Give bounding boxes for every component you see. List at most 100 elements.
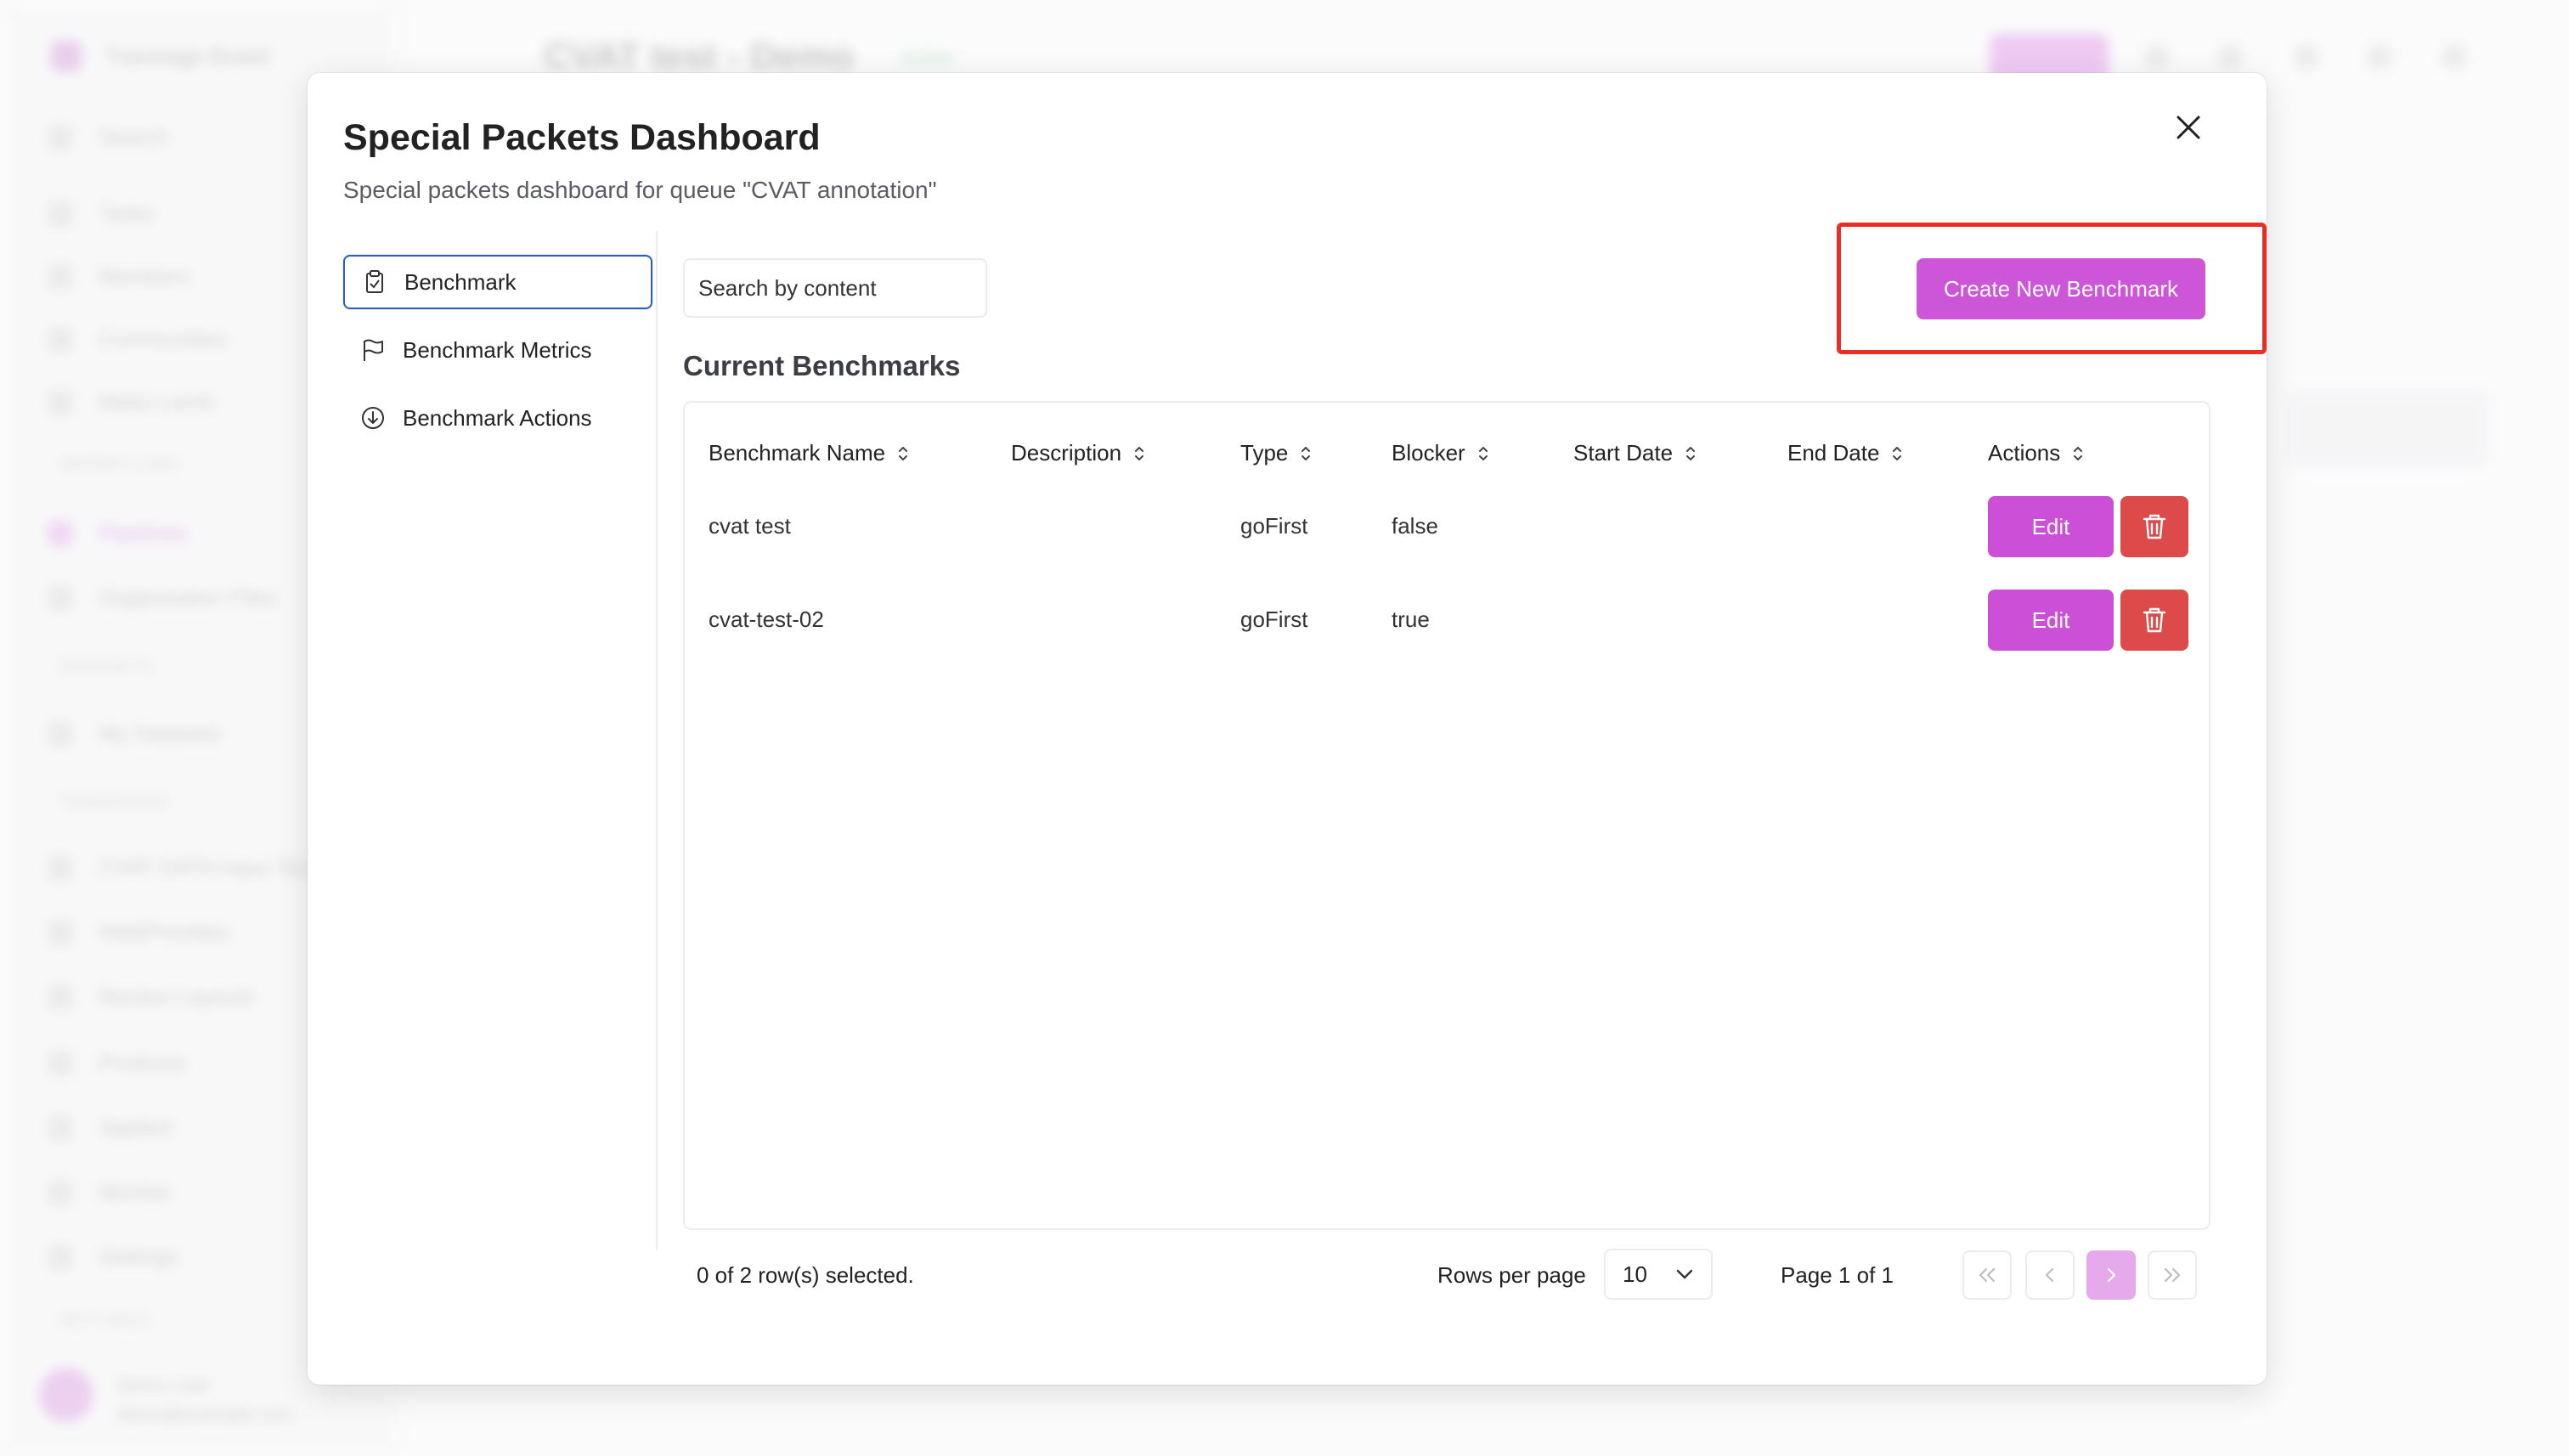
column-header-label: Blocker bbox=[1392, 440, 1465, 466]
bg-nav-label: Tasks bbox=[99, 200, 155, 226]
column-header-type[interactable]: Type bbox=[1240, 440, 1312, 466]
bg-nav-item: Tasks bbox=[48, 200, 155, 227]
sort-icon bbox=[1135, 446, 1144, 460]
chevron-right-icon bbox=[2107, 1267, 2116, 1283]
cell-blocker: false bbox=[1392, 513, 1438, 539]
rows-per-page-value: 10 bbox=[1623, 1261, 1647, 1287]
trash-icon bbox=[2143, 607, 2166, 633]
selection-count: 0 of 2 row(s) selected. bbox=[697, 1262, 914, 1288]
side-nav: Benchmark Benchmark Metrics Benchmark Ac… bbox=[343, 255, 652, 459]
column-header-start-date[interactable]: Start Date bbox=[1573, 440, 1697, 466]
nav-item-label: Benchmark Metrics bbox=[403, 336, 592, 363]
bg-section-label: SETTINGS bbox=[59, 1312, 152, 1330]
bg-nav-label: WebPriorities bbox=[99, 919, 230, 945]
edit-button[interactable]: Edit bbox=[1988, 590, 2114, 651]
bg-logo bbox=[51, 41, 82, 71]
sort-icon bbox=[1478, 446, 1488, 460]
modal-title: Special Packets Dashboard bbox=[343, 117, 821, 158]
first-page-button[interactable] bbox=[1962, 1250, 2012, 1300]
cell-benchmark-name: cvat test bbox=[709, 513, 791, 539]
previous-page-button[interactable] bbox=[2025, 1250, 2075, 1300]
chevron-left-icon bbox=[2045, 1267, 2054, 1283]
sort-icon bbox=[1893, 446, 1902, 460]
cell-type: goFirst bbox=[1240, 513, 1308, 539]
bg-nav-item: My Datasets bbox=[48, 720, 222, 747]
bg-nav-item: Monitor bbox=[48, 1179, 172, 1205]
section-title: Current Benchmarks bbox=[683, 350, 961, 381]
next-page-button[interactable] bbox=[2086, 1250, 2136, 1300]
column-header-actions[interactable]: Actions bbox=[1988, 440, 2084, 466]
special-packets-modal: Special Packets Dashboard Special packet… bbox=[308, 73, 2267, 1385]
sort-icon bbox=[899, 446, 908, 460]
sort-icon bbox=[1686, 446, 1696, 460]
bg-nav-item: Products bbox=[48, 1050, 186, 1076]
bg-user-email: demo@example.com bbox=[117, 1403, 295, 1425]
bg-nav-item: Members bbox=[48, 263, 190, 290]
bg-nav-item: CVAT DATA Input Text bbox=[48, 855, 316, 881]
bg-section-label: WORKFLOWS bbox=[59, 455, 181, 474]
delete-button[interactable] bbox=[2120, 590, 2188, 651]
bg-nav-item: Pipelines bbox=[48, 520, 189, 546]
trash-icon bbox=[2143, 514, 2166, 539]
nav-item-label: Benchmark Actions bbox=[403, 404, 592, 431]
column-header-label: Type bbox=[1240, 440, 1289, 466]
circle-arrow-down-icon bbox=[359, 404, 387, 432]
last-page-button[interactable] bbox=[2148, 1250, 2197, 1300]
nav-item-benchmark-actions[interactable]: Benchmark Actions bbox=[343, 391, 652, 445]
bg-nav-label: Settings bbox=[99, 1244, 178, 1269]
search-input[interactable] bbox=[683, 258, 987, 318]
bg-nav-label: Pipelines bbox=[99, 520, 189, 545]
column-header-benchmark-name[interactable]: Benchmark Name bbox=[709, 440, 909, 466]
rows-per-page-select[interactable]: 10 bbox=[1604, 1249, 1713, 1300]
bg-header-icon bbox=[2367, 44, 2392, 70]
bg-nav-label: Communities bbox=[99, 326, 228, 352]
bg-nav-item: Organization Files bbox=[48, 584, 277, 611]
modal-subtitle: Special packets dashboard for queue "CVA… bbox=[343, 177, 937, 203]
sort-icon bbox=[2074, 446, 2083, 460]
sort-icon bbox=[1301, 446, 1311, 460]
column-header-blocker[interactable]: Blocker bbox=[1392, 440, 1489, 466]
bg-nav-label: Review Layouts bbox=[99, 984, 255, 1009]
bg-nav-search: Search bbox=[48, 124, 168, 150]
bg-nav-label: My Datasets bbox=[99, 720, 222, 746]
create-new-benchmark-button[interactable]: Create New Benchmark bbox=[1917, 258, 2205, 319]
bg-brand: Transtage Board bbox=[51, 41, 269, 71]
close-icon bbox=[2177, 116, 2200, 139]
bg-avatar bbox=[39, 1368, 93, 1422]
bg-section-label: DATASETS bbox=[59, 657, 154, 676]
column-header-label: Start Date bbox=[1573, 440, 1674, 466]
bg-nav-item: Review Layouts bbox=[48, 984, 255, 1010]
nav-item-benchmark-metrics[interactable]: Benchmark Metrics bbox=[343, 323, 652, 377]
close-button[interactable] bbox=[2166, 105, 2210, 150]
nav-item-label: Benchmark bbox=[404, 268, 517, 295]
delete-button[interactable] bbox=[2120, 496, 2188, 557]
column-header-label: End Date bbox=[1787, 440, 1880, 466]
bg-nav-label: Organization Files bbox=[99, 584, 277, 610]
cell-blocker: true bbox=[1392, 607, 1430, 632]
bg-nav-item: WebPriorities bbox=[48, 919, 229, 945]
bg-nav-item: Make Lamb bbox=[48, 389, 214, 415]
side-divider bbox=[656, 231, 658, 1250]
bg-header-status: Active bbox=[902, 47, 953, 68]
bg-nav-label: CVAT DATA Input Text bbox=[99, 855, 316, 880]
bg-nav-label: Search bbox=[99, 124, 169, 150]
bg-header-title: CVAT test - Demo bbox=[544, 36, 855, 77]
bg-section-label: TEAMSPACE bbox=[59, 793, 171, 812]
bg-header-icon bbox=[2294, 44, 2319, 70]
page-info: Page 1 of 1 bbox=[1781, 1262, 1894, 1288]
bg-nav-label: Make Lamb bbox=[99, 389, 214, 415]
benchmarks-table: Benchmark Name Description Type Blocker … bbox=[683, 401, 2210, 1230]
bg-header-icon bbox=[2217, 44, 2243, 70]
flag-icon bbox=[359, 336, 387, 364]
column-header-label: Description bbox=[1011, 440, 1122, 466]
bg-nav-label: Monitor bbox=[99, 1179, 172, 1205]
column-header-end-date[interactable]: End Date bbox=[1787, 440, 1903, 466]
bg-header-icon bbox=[2144, 44, 2170, 70]
edit-button[interactable]: Edit bbox=[1988, 496, 2114, 557]
column-header-description[interactable]: Description bbox=[1011, 440, 1145, 466]
bg-nav-item: Applied bbox=[48, 1115, 172, 1141]
bg-user: Demo User demo@example.com bbox=[117, 1371, 294, 1429]
chevrons-right-icon bbox=[2164, 1267, 2181, 1283]
nav-item-benchmark[interactable]: Benchmark bbox=[343, 255, 652, 309]
bg-nav-item: Settings bbox=[48, 1244, 178, 1270]
